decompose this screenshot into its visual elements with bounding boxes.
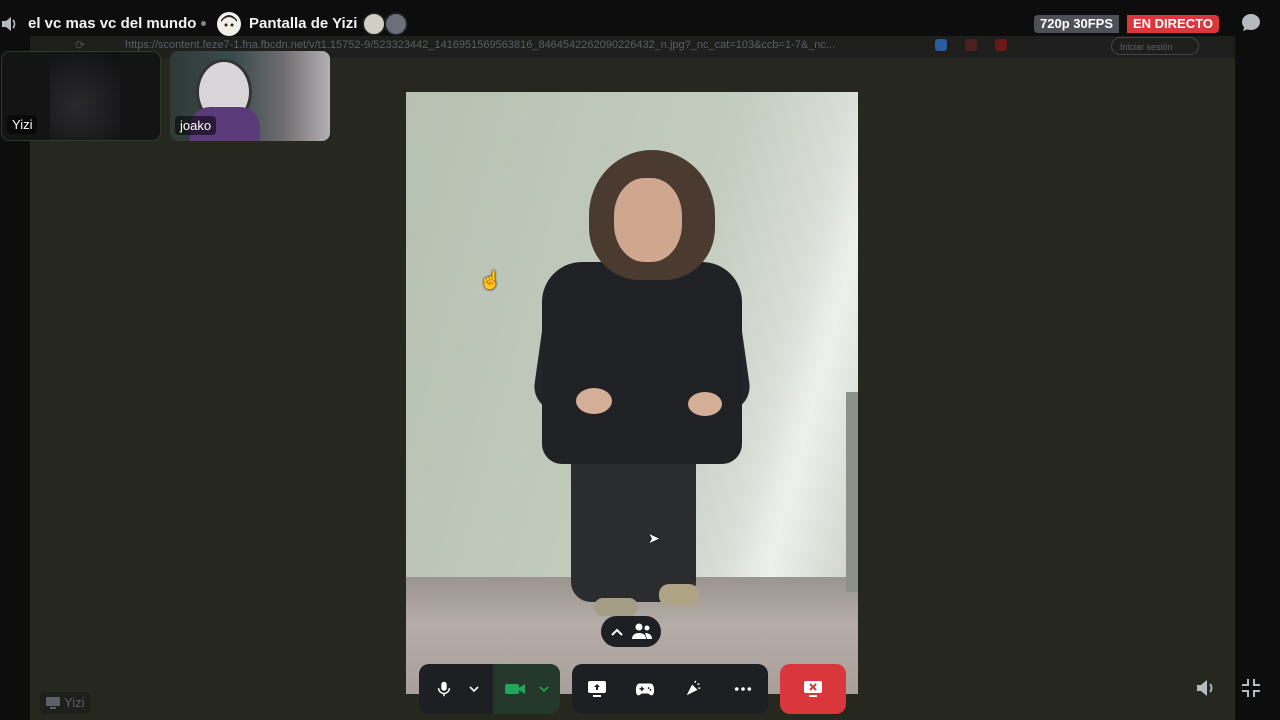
chevron-up-icon — [611, 628, 623, 636]
chat-bubble-icon[interactable] — [1240, 12, 1262, 34]
browser-signin-button: Iniciar sesión — [1111, 37, 1199, 55]
stream-owner-name: Yizi — [64, 695, 85, 710]
video-camera-icon — [504, 684, 525, 694]
hand-cursor-icon: ☝ — [479, 270, 502, 290]
arrow-cursor-icon: ➤ — [648, 530, 660, 546]
chevron-down-icon — [469, 686, 479, 693]
participant-name: joako — [175, 116, 217, 135]
audio-video-controls — [419, 664, 560, 714]
soundboard-button[interactable] — [678, 664, 708, 714]
camera-button[interactable] — [493, 664, 560, 714]
viewer-avatar[interactable] — [362, 12, 386, 36]
participant-tile[interactable]: joako — [170, 51, 330, 141]
avatar-face-icon — [220, 15, 238, 34]
photo-child-jacket — [542, 262, 742, 464]
participant-tile[interactable]: Yizi — [1, 51, 161, 141]
photo-child-face — [614, 178, 682, 262]
stream-owner-label: Yizi — [40, 692, 91, 714]
header-separator — [201, 21, 206, 26]
extension-icon — [935, 39, 947, 51]
leave-stream-icon — [804, 681, 822, 697]
monitor-icon — [46, 697, 60, 709]
quality-badge: 720p 30FPS — [1034, 15, 1119, 33]
chevron-down-icon — [538, 686, 549, 693]
people-icon — [632, 623, 652, 639]
avatar[interactable] — [217, 12, 241, 36]
participant-video — [50, 52, 120, 140]
participant-name: Yizi — [7, 115, 38, 134]
viewer-avatar[interactable] — [384, 12, 408, 36]
volume-icon[interactable] — [1194, 677, 1216, 699]
photo-child-hand — [576, 388, 612, 414]
exit-fullscreen-icon[interactable] — [1240, 677, 1262, 699]
photo-child-shoe — [659, 584, 699, 606]
photo-child-hand — [688, 392, 722, 416]
photo-wall-edge — [846, 392, 858, 592]
photo-child-shoe — [594, 598, 638, 616]
soundboard-icon — [686, 680, 701, 696]
photo-child-pants — [571, 452, 696, 602]
stop-watching-button[interactable] — [780, 664, 846, 714]
show-participants-button[interactable] — [601, 616, 661, 647]
screen-share-icon — [588, 681, 606, 697]
extension-icon — [965, 39, 977, 51]
live-badge: EN DIRECTO — [1127, 15, 1219, 33]
call-actions — [572, 664, 768, 714]
more-options-button[interactable] — [728, 664, 758, 714]
stream-title: Pantalla de Yizi — [249, 15, 358, 32]
extension-icon — [995, 39, 1007, 51]
refresh-icon: ⟳ — [75, 38, 86, 52]
more-icon — [734, 687, 752, 691]
speaker-icon — [2, 17, 16, 31]
activity-button[interactable] — [630, 664, 660, 714]
voice-channel-name[interactable]: el vc mas vc del mundo — [28, 15, 196, 32]
shared-photo — [406, 92, 858, 694]
audio-options-button[interactable] — [463, 664, 485, 714]
mute-button[interactable] — [429, 664, 459, 714]
url-text: https://scontent.feze7-1.fna.fbcdn.net/v… — [125, 39, 836, 51]
microphone-icon — [437, 681, 451, 697]
share-screen-button[interactable] — [582, 664, 612, 714]
game-controller-icon — [635, 683, 655, 696]
